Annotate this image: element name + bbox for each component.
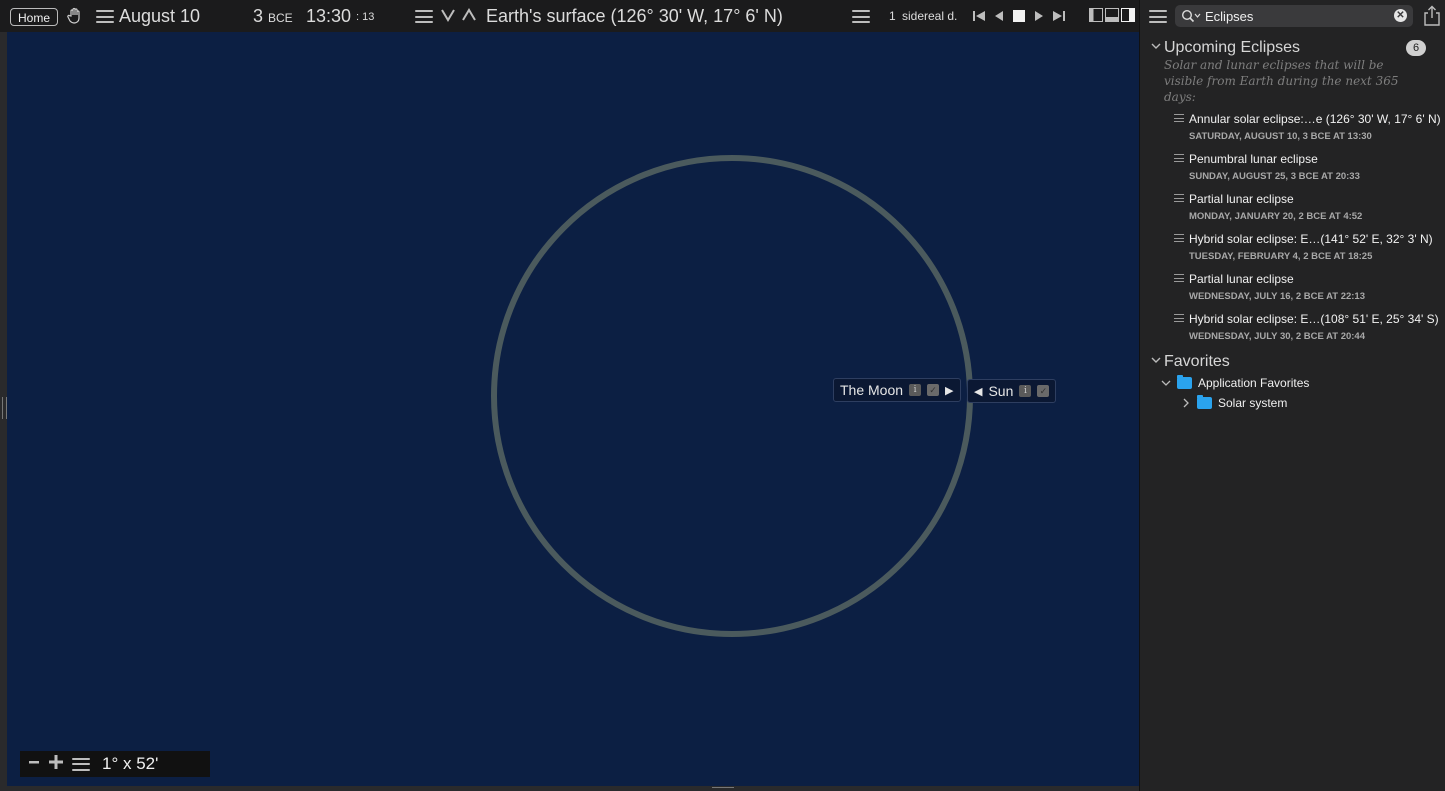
location-menu-icon[interactable] — [415, 10, 433, 23]
eclipse-title: Penumbral lunar eclipse — [1189, 152, 1318, 166]
folder-icon — [1177, 375, 1192, 389]
folder-icon — [1197, 395, 1212, 409]
eclipse-title: Partial lunar eclipse — [1189, 192, 1294, 206]
share-icon[interactable] — [1423, 5, 1441, 32]
info-icon[interactable]: i — [909, 384, 922, 396]
chevron-right-icon[interactable] — [1181, 398, 1191, 408]
favorites-section-chevron-down-icon[interactable] — [1151, 355, 1161, 368]
sky-view[interactable]: The Moon i ✓ ▶ ◀ Sun i ✓ — [7, 32, 1139, 786]
step-back-icon[interactable] — [992, 9, 1006, 23]
checkbox-icon[interactable]: ✓ — [1037, 385, 1050, 397]
moon-label-text: The Moon — [840, 382, 904, 398]
info-icon[interactable]: i — [1019, 385, 1032, 397]
eclipse-list-item[interactable]: Hybrid solar eclipse: E…(141° 52' E, 32°… — [1174, 230, 1436, 270]
date-display[interactable]: August 10 — [119, 6, 200, 27]
eclipse-date: SATURDAY, AUGUST 10, 3 BCE AT 13:30 — [1189, 131, 1372, 142]
eclipse-date: MONDAY, JANUARY 20, 2 BCE AT 4:52 — [1189, 211, 1363, 222]
eclipse-list-item[interactable]: Penumbral lunar eclipse SUNDAY, AUGUST 2… — [1174, 150, 1436, 190]
chevron-down-icon[interactable] — [1161, 378, 1171, 388]
eclipse-title: Partial lunar eclipse — [1189, 272, 1294, 286]
triangle-left-icon: ◀ — [974, 385, 983, 398]
skip-back-icon[interactable] — [972, 9, 986, 23]
zoom-controls: 1° x 52' — [20, 751, 210, 777]
home-button[interactable]: Home — [10, 8, 58, 26]
layout-bottom-panel-icon[interactable] — [1105, 8, 1119, 27]
chevron-up-icon[interactable] — [461, 8, 477, 27]
drag-handle-icon[interactable] — [1174, 154, 1184, 162]
location-display[interactable]: Earth's surface (126° 30' W, 17° 6' N) — [486, 6, 783, 27]
top-toolbar: Home August 10 3 BCE 13:30 : 13 Earth's … — [0, 0, 1139, 32]
play-icon[interactable] — [1032, 9, 1046, 23]
era-display[interactable]: BCE — [268, 11, 293, 25]
drag-handle-icon[interactable] — [1174, 194, 1184, 202]
solar-system-item[interactable]: Solar system — [1181, 395, 1288, 410]
upcoming-eclipses-description: Solar and lunar eclipses that will be vi… — [1164, 58, 1399, 104]
application-favorites-item[interactable]: Application Favorites — [1161, 375, 1310, 390]
eclipse-date: SUNDAY, AUGUST 25, 3 BCE AT 20:33 — [1189, 171, 1360, 182]
eclipse-list-item[interactable]: Hybrid solar eclipse: E…(108° 51' E, 25°… — [1174, 310, 1439, 350]
date-menu-icon[interactable] — [96, 10, 114, 23]
skip-forward-icon[interactable] — [1052, 9, 1066, 23]
drag-handle-icon[interactable] — [1174, 274, 1184, 282]
upcoming-section-chevron-down-icon[interactable] — [1151, 41, 1161, 54]
upcoming-eclipses-title[interactable]: Upcoming Eclipses — [1164, 39, 1300, 57]
layout-right-panel-icon[interactable] — [1121, 8, 1135, 27]
search-input[interactable]: Eclipses — [1205, 9, 1253, 24]
layout-left-panel-icon[interactable] — [1089, 8, 1103, 27]
favorites-title[interactable]: Favorites — [1164, 353, 1230, 371]
eclipse-list-item[interactable]: Annular solar eclipse:…e (126° 30' W, 17… — [1174, 110, 1441, 150]
solar-system-label: Solar system — [1218, 396, 1288, 410]
year-display[interactable]: 3 — [253, 6, 263, 27]
search-icon — [1181, 9, 1201, 23]
drag-handle-icon[interactable] — [1174, 114, 1184, 122]
eclipse-title: Hybrid solar eclipse: E…(108° 51' E, 25°… — [1189, 312, 1439, 326]
application-favorites-label: Application Favorites — [1198, 376, 1310, 390]
sidebar-menu-icon[interactable] — [1149, 10, 1167, 23]
time-rate-value[interactable]: 1 — [889, 9, 896, 23]
time-transport-controls — [972, 9, 1066, 23]
zoom-in-icon[interactable] — [48, 754, 64, 775]
sun-label-text: Sun — [988, 383, 1014, 399]
search-field[interactable]: Eclipses ✕ — [1175, 5, 1413, 27]
eclipse-date: WEDNESDAY, JULY 30, 2 BCE AT 20:44 — [1189, 331, 1365, 342]
moon-label[interactable]: The Moon i ✓ ▶ — [833, 378, 961, 402]
eclipse-title: Annular solar eclipse:…e (126° 30' W, 17… — [1189, 112, 1441, 126]
sun-label[interactable]: ◀ Sun i ✓ — [967, 379, 1057, 403]
zoom-out-icon[interactable] — [28, 755, 40, 773]
eclipse-date: TUESDAY, FEBRUARY 4, 2 BCE AT 18:25 — [1189, 251, 1373, 262]
time-rate-unit[interactable]: sidereal d. — [902, 9, 957, 23]
eclipse-title: Hybrid solar eclipse: E…(141° 52' E, 32°… — [1189, 232, 1433, 246]
chevron-down-icon[interactable] — [440, 8, 456, 27]
eclipse-list-item[interactable]: Partial lunar eclipse MONDAY, JANUARY 20… — [1174, 190, 1436, 230]
time-rate-menu-icon[interactable] — [852, 10, 870, 23]
left-panel-resize-handle[interactable] — [0, 32, 7, 786]
drag-handle-icon[interactable] — [1174, 234, 1184, 242]
seconds-display[interactable]: : 13 — [356, 11, 374, 23]
stop-icon[interactable] — [1012, 9, 1026, 23]
time-display[interactable]: 13:30 — [306, 6, 351, 27]
eclipse-count-badge: 6 — [1406, 40, 1426, 56]
triangle-right-icon: ▶ — [945, 384, 954, 397]
eclipse-list-item[interactable]: Partial lunar eclipse WEDNESDAY, JULY 16… — [1174, 270, 1436, 310]
field-of-view-display: 1° x 52' — [102, 754, 159, 773]
zoom-menu-icon[interactable] — [72, 757, 90, 771]
drag-handle-icon[interactable] — [1174, 314, 1184, 322]
bottom-panel-resize-handle[interactable] — [0, 786, 1139, 791]
clear-search-icon[interactable]: ✕ — [1394, 9, 1407, 22]
checkbox-icon[interactable]: ✓ — [927, 384, 940, 396]
eclipse-date: WEDNESDAY, JULY 16, 2 BCE AT 22:13 — [1189, 291, 1365, 302]
hand-icon[interactable] — [66, 7, 84, 30]
